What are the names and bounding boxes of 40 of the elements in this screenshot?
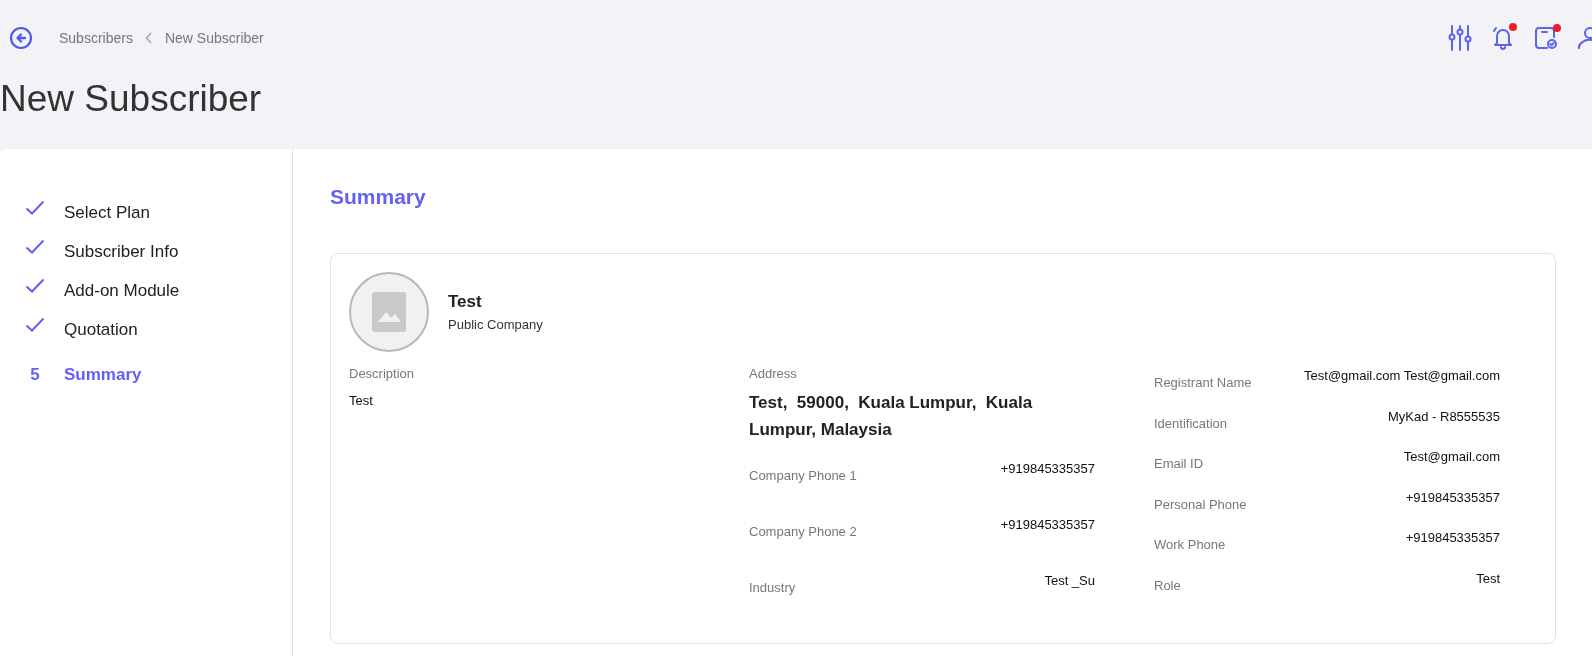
field-label: Email ID (1154, 456, 1204, 471)
field-label: Address (749, 366, 798, 381)
field-value: Test _Su (1044, 573, 1095, 588)
field-label: Role (1154, 577, 1181, 593)
step-link[interactable]: Subscriber Info (64, 241, 179, 262)
sliders-icon[interactable] (1448, 25, 1472, 52)
company-type: Public Company (448, 317, 543, 332)
breadcrumb-link[interactable]: New Subscriber (164, 30, 264, 47)
field-value: +919845335357 (1405, 530, 1500, 545)
step-link[interactable]: Quotation (64, 319, 138, 340)
company-name: Test (448, 292, 483, 312)
field-value: Test@gmail.com (1403, 449, 1500, 464)
page-title: New Subscriber (0, 76, 263, 121)
field-label: Identification (1154, 415, 1227, 431)
field-label: Company Phone 2 (749, 524, 857, 539)
field-value: Test (1476, 570, 1500, 586)
step-link[interactable]: Summary (64, 364, 142, 385)
field-value: Test@gmail.com Test@gmail.com (1304, 368, 1500, 383)
calendar-check-icon[interactable] (1534, 26, 1558, 51)
field-label: Industry (749, 580, 796, 595)
field-value: Test (349, 393, 374, 408)
field-label: Work Phone (1154, 537, 1226, 552)
section-title: Summary (330, 185, 427, 209)
step-number: 5 (29, 364, 41, 385)
field-value: +919845335357 (1405, 489, 1500, 505)
address-value: Test, 59000, Kuala Lumpur, Kuala Lumpur, Malaysia (749, 392, 1034, 441)
chevron-left-icon (144, 32, 153, 45)
field-label: Personal Phone (1154, 496, 1247, 512)
user-icon[interactable] (1578, 26, 1592, 51)
bell-icon[interactable] (1492, 25, 1514, 52)
field-label: Description (349, 366, 416, 381)
field-label: Company Phone 1 (749, 468, 857, 483)
step-link[interactable]: Select Plan (64, 202, 150, 223)
image-icon (372, 292, 406, 332)
field-label: Registrant Name (1154, 375, 1252, 390)
breadcrumb-link[interactable]: Subscribers (59, 30, 133, 47)
field-value: MyKad - R8555535 (1388, 408, 1500, 424)
field-value: +919845335357 (1000, 461, 1095, 476)
field-value: +919845335357 (1000, 517, 1095, 532)
step-link[interactable]: Add-on Module (64, 280, 180, 301)
